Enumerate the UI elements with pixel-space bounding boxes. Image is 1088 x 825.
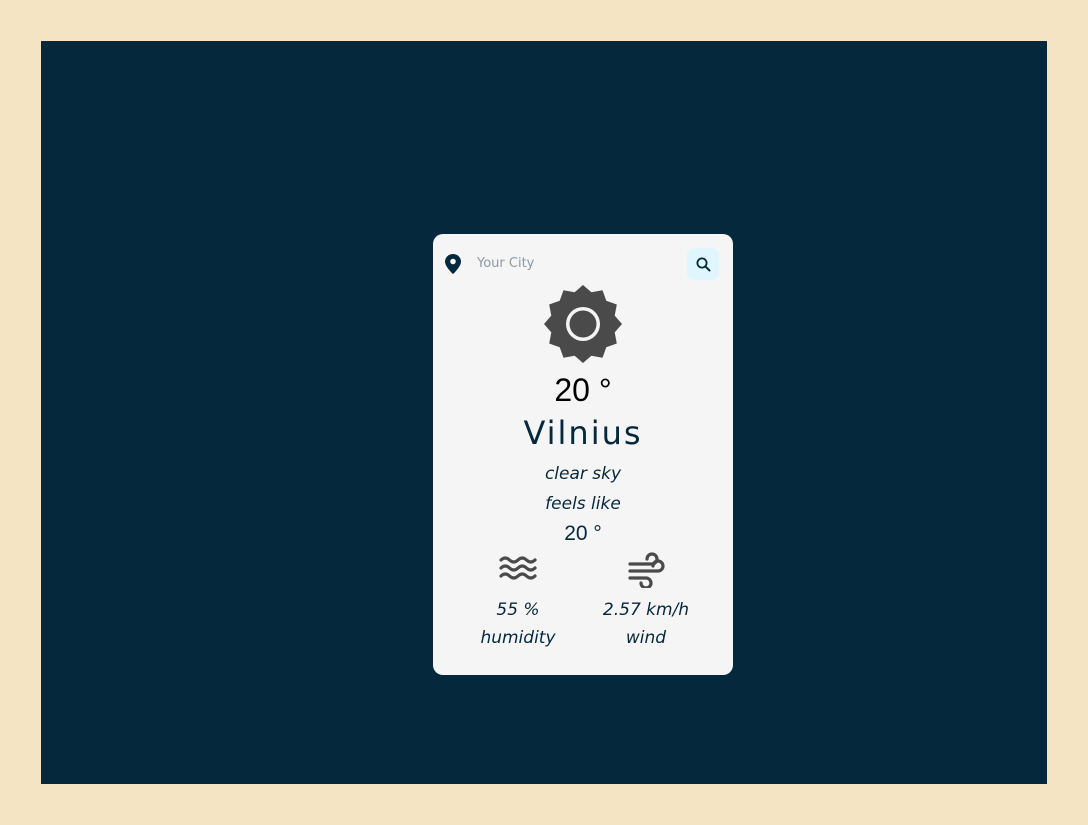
wind-value: 2.57 km/h — [602, 600, 690, 620]
feels-like-value: 20 ° — [564, 522, 602, 545]
sun-icon — [544, 285, 622, 363]
city-search-input[interactable] — [471, 250, 683, 276]
humidity-stat: 55 % humidity — [458, 552, 578, 648]
wind-stat: 2.57 km/h wind — [586, 552, 706, 648]
wind-icon — [628, 552, 665, 588]
search-icon — [696, 257, 710, 271]
app-frame: 20 ° Vilnius clear sky feels like 20 ° 5… — [41, 41, 1047, 784]
weather-card: 20 ° Vilnius clear sky feels like 20 ° 5… — [433, 234, 733, 675]
city-name: Vilnius — [523, 414, 643, 452]
temperature: 20 ° — [554, 372, 612, 408]
search-button[interactable] — [687, 248, 719, 280]
weather-description: clear sky — [544, 464, 622, 484]
feels-like-label: feels like — [545, 494, 621, 514]
wind-label: wind — [625, 628, 667, 648]
humidity-label: humidity — [480, 628, 556, 648]
humidity-value: 55 % — [496, 600, 540, 620]
location-pin-icon — [445, 254, 461, 274]
waves-icon — [499, 556, 537, 580]
